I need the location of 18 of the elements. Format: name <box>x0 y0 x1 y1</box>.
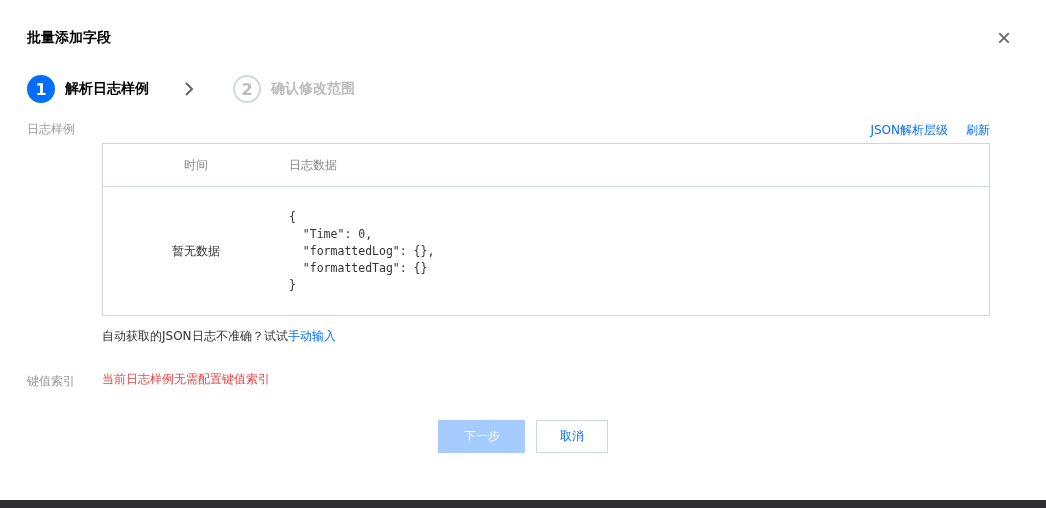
cancel-button[interactable]: 取消 <box>536 420 608 453</box>
manual-input-link[interactable]: 手动输入 <box>287 329 336 343</box>
field-label: 日志样例 <box>27 121 76 138</box>
close-button[interactable]: × <box>997 26 1019 50</box>
link[interactable]: JSON解析层级 <box>870 122 948 139</box>
dialog-title: 批量添加字段 <box>27 29 111 47</box>
link[interactable]: 刷新 <box>966 122 990 139</box>
table-cell-text: 暂无数据 <box>171 242 221 260</box>
step-label[interactable]: 解析日志样例 <box>65 80 149 98</box>
chevron-right-icon <box>183 81 195 97</box>
hint-text: 自动获取的JSON日志不准确？试试 <box>102 329 288 343</box>
json-code: { "Time": 0, "formattedLog": {}, "formattedTag": {} } <box>289 208 436 294</box>
notice-text: 当前日志样例无需配置键值索引 <box>102 371 270 388</box>
step-number: 2 <box>233 75 261 103</box>
column-header: 日志数据 <box>289 156 338 174</box>
field-label: 键值索引 <box>27 373 76 390</box>
column-header: 时间 <box>183 156 209 174</box>
step-number: 1 <box>27 75 55 103</box>
